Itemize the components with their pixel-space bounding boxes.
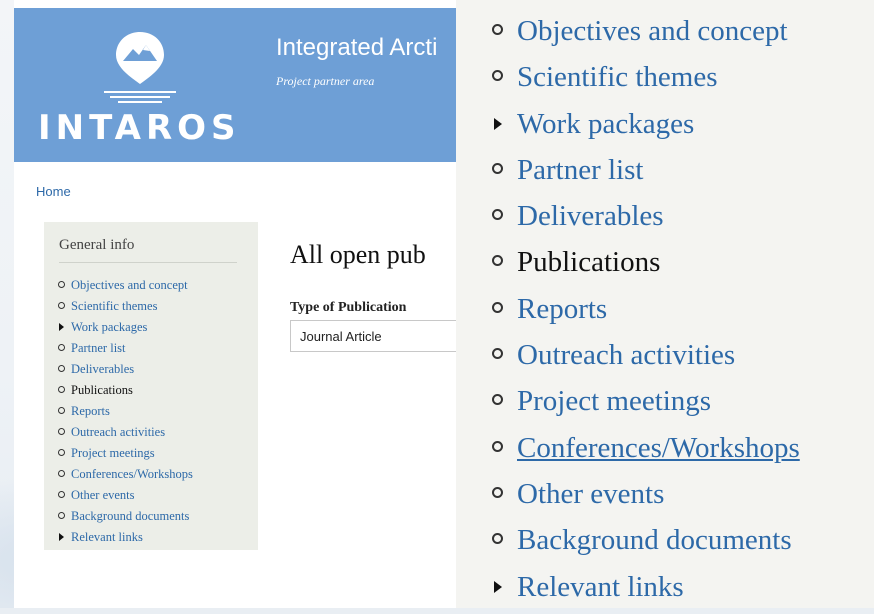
sidebar-item-label: Work packages <box>71 320 148 334</box>
zoom-item-label: Project meetings <box>517 385 712 418</box>
sidebar-item-label: Conferences/Workshops <box>71 467 193 481</box>
website-page: INTAROS Integrated Arcti Project partner… <box>14 0 480 608</box>
bullet-icon <box>492 486 503 498</box>
sidebar-item-background-docs[interactable]: Background documents <box>58 508 193 529</box>
sidebar-item-label: Project meetings <box>71 446 155 460</box>
sidebar-item-deliverables[interactable]: Deliverables <box>58 361 193 382</box>
bullet-icon <box>58 365 65 372</box>
zoom-item-label: Publications <box>517 246 661 279</box>
collapsed-triangle-icon <box>494 580 502 593</box>
sidebar-item-partner-list[interactable]: Partner list <box>58 340 193 361</box>
sidebar-item-relevant-links[interactable]: Relevant links <box>58 529 193 550</box>
site-tagline: Project partner area <box>276 74 375 88</box>
zoomed-menu-panel: Objectives and concept Scientific themes… <box>456 0 874 608</box>
bullet-icon <box>58 449 65 456</box>
zoom-item-project-meetings[interactable]: Project meetings <box>492 382 800 428</box>
zoom-item-other-events[interactable]: Other events <box>492 475 800 521</box>
zoom-item-label: Conferences/Workshops <box>517 431 800 464</box>
zoom-item-label: Objectives and concept <box>517 15 788 47</box>
bullet-icon <box>492 24 503 35</box>
sidebar-item-project-meetings[interactable]: Project meetings <box>58 445 193 466</box>
zoom-item-reports[interactable]: Reports <box>492 290 800 336</box>
bullet-icon <box>58 512 65 519</box>
sidebar-item-scientific-themes[interactable]: Scientific themes <box>58 298 193 319</box>
sidebar-item-label: Outreach activities <box>71 425 166 439</box>
bullet-icon <box>58 470 65 477</box>
bullet-icon <box>492 70 503 82</box>
zoom-item-background-docs[interactable]: Background documents <box>492 521 800 567</box>
zoom-item-scientific-themes[interactable]: Scientific themes <box>492 58 800 104</box>
bullet-icon <box>492 533 503 545</box>
sidebar-divider <box>59 262 237 263</box>
sidebar-item-conferences[interactable]: Conferences/Workshops <box>58 466 193 487</box>
bullet-icon <box>492 348 503 360</box>
zoom-item-label: Work packages <box>517 107 695 140</box>
collapsed-triangle-icon <box>59 323 64 331</box>
zoom-item-outreach[interactable]: Outreach activities <box>492 336 800 382</box>
sidebar-item-label: Publications <box>71 383 133 397</box>
sidebar-item-outreach[interactable]: Outreach activities <box>58 424 193 445</box>
zoom-item-work-packages[interactable]: Work packages <box>492 105 800 151</box>
bullet-icon <box>58 407 65 414</box>
site-title[interactable]: Integrated Arcti <box>276 34 437 62</box>
sidebar-heading: General info <box>59 237 135 253</box>
publication-type-label: Type of Publication <box>290 300 407 315</box>
zoom-item-partner-list[interactable]: Partner list <box>492 151 800 197</box>
sidebar-menu: Objectives and concept Scientific themes… <box>58 277 193 550</box>
bullet-icon <box>58 302 65 309</box>
sidebar-item-label: Reports <box>71 404 110 418</box>
zoom-item-label: Other events <box>517 477 665 510</box>
zoom-item-label: Scientific themes <box>517 61 718 94</box>
sidebar-item-label: Deliverables <box>71 362 135 376</box>
logo-text[interactable]: INTAROS <box>38 108 241 148</box>
bullet-icon <box>58 281 65 288</box>
bullet-icon <box>492 162 503 174</box>
bullet-icon <box>58 428 65 435</box>
logo-waves-icon <box>104 91 176 103</box>
logo-pin-icon <box>116 32 164 84</box>
bullet-icon <box>58 491 65 498</box>
publication-type-select[interactable]: Journal Article <box>290 320 480 352</box>
sidebar-item-publications[interactable]: Publications <box>58 382 193 403</box>
zoom-item-label: Reports <box>517 292 608 325</box>
bullet-icon <box>58 386 65 393</box>
zoom-item-label: Outreach activities <box>517 339 736 372</box>
zoom-item-label: Background documents <box>517 524 792 557</box>
sidebar-item-objectives[interactable]: Objectives and concept <box>58 277 193 298</box>
sidebar-item-reports[interactable]: Reports <box>58 403 193 424</box>
zoom-item-label: Relevant links <box>517 570 684 603</box>
zoom-item-label: Partner list <box>517 153 644 186</box>
zoomed-menu: Objectives and concept Scientific themes… <box>492 12 800 614</box>
zoom-item-relevant-links[interactable]: Relevant links <box>492 568 800 614</box>
zoom-item-deliverables[interactable]: Deliverables <box>492 197 800 243</box>
bullet-icon <box>492 301 503 313</box>
collapsed-triangle-icon <box>59 533 64 541</box>
sidebar-item-label: Partner list <box>71 341 126 355</box>
zoom-item-publications[interactable]: Publications <box>492 243 800 289</box>
bullet-icon <box>58 344 65 351</box>
sidebar-item-other-events[interactable]: Other events <box>58 487 193 508</box>
collapsed-triangle-icon <box>494 117 502 130</box>
bullet-icon <box>492 255 503 267</box>
zoom-item-conferences[interactable]: Conferences/Workshops <box>492 429 800 475</box>
sidebar-item-work-packages[interactable]: Work packages <box>58 319 193 340</box>
header-banner: INTAROS Integrated Arcti Project partner… <box>14 8 474 162</box>
bullet-icon <box>492 209 503 221</box>
breadcrumb-home-link[interactable]: Home <box>36 184 71 199</box>
sidebar-item-label: Background documents <box>71 509 190 523</box>
sidebar-item-label: Relevant links <box>71 530 143 544</box>
zoom-item-objectives[interactable]: Objectives and concept <box>492 12 800 58</box>
sidebar-item-label: Objectives and concept <box>71 278 188 292</box>
sidebar-item-label: Other events <box>71 488 135 502</box>
zoom-item-label: Deliverables <box>517 200 664 233</box>
bullet-icon <box>492 394 503 406</box>
page-title: All open pub <box>290 240 426 269</box>
bullet-icon <box>492 440 503 452</box>
sidebar-item-label: Scientific themes <box>71 299 158 313</box>
sidebar-general-info: General info Objectives and concept Scie… <box>44 222 258 550</box>
